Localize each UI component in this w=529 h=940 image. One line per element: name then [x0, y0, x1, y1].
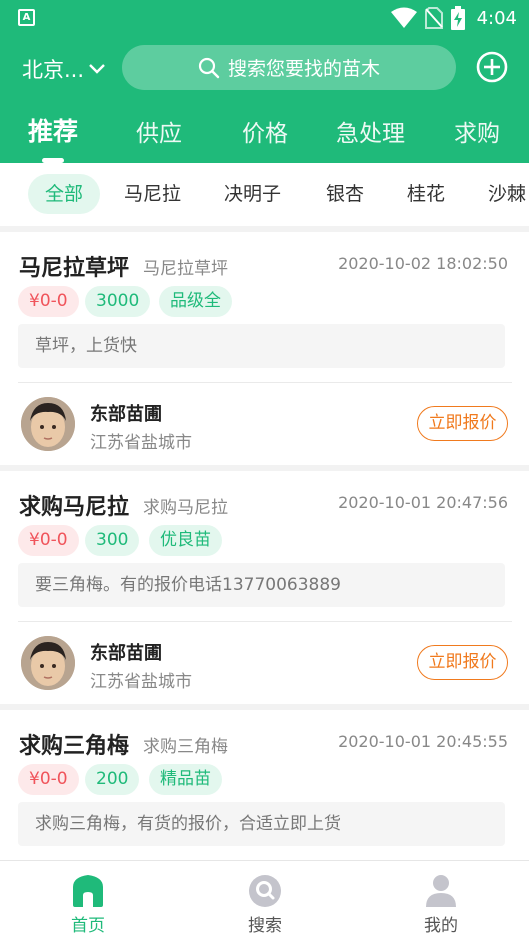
listing-subtitle: 求购三角梅	[143, 737, 228, 757]
listing-title: 马尼拉草坪	[19, 256, 130, 281]
chip-ginkgo[interactable]: 银杏	[326, 174, 364, 214]
nav-profile-label: 我的	[424, 916, 458, 936]
chip-all[interactable]: 全部	[28, 174, 101, 214]
city-label: 北京...	[22, 58, 85, 82]
listing-description: 求购三角梅，有货的报价，合适立即上货	[18, 802, 505, 846]
listing-card[interactable]: 求购马尼拉 求购马尼拉 2020-10-01 20:47:56 ¥0-0 300…	[0, 471, 529, 704]
battery-charging-icon	[450, 6, 465, 30]
seller-location: 江苏省盐城市	[90, 433, 192, 453]
city-selector[interactable]: 北京...	[22, 54, 106, 84]
quantity-tag: 300	[85, 525, 140, 556]
chip-cassia[interactable]: 决明子	[224, 174, 281, 214]
price-tag: ¥0-0	[18, 764, 79, 795]
no-sim-icon	[424, 7, 443, 29]
tab-recommend[interactable]: 推荐	[28, 112, 78, 148]
price-tag: ¥0-0	[18, 286, 79, 317]
listing-subtitle: 马尼拉草坪	[143, 259, 228, 279]
divider	[18, 621, 512, 622]
nav-search-label: 搜索	[248, 916, 282, 936]
status-bar: A 4:04	[0, 0, 529, 36]
listing-description: 草坪，上货快	[18, 324, 505, 368]
listing-date: 2020-10-02 18:02:50	[338, 254, 508, 273]
price-tag: ¥0-0	[18, 525, 79, 556]
app-notification-icon: A	[18, 9, 35, 26]
tab-price[interactable]: 价格	[242, 114, 288, 148]
seller-name: 东部苗圃	[90, 404, 162, 425]
search-placeholder: 搜索您要找的苗木	[227, 58, 380, 80]
search-input[interactable]: 搜索您要找的苗木	[122, 45, 456, 90]
listing-subtitle: 求购马尼拉	[143, 498, 228, 518]
header: A 4:04 北京... 搜索您要找的苗木 推荐 供应 价格 急处理 求购	[0, 0, 529, 163]
search-icon	[249, 875, 281, 907]
listing-title: 求购马尼拉	[19, 495, 130, 520]
tab-purchase[interactable]: 求购	[454, 114, 500, 148]
search-row: 北京... 搜索您要找的苗木	[0, 44, 529, 92]
quantity-tag: 3000	[85, 286, 151, 317]
grade-tag: 精品苗	[149, 764, 222, 795]
nav-home-label: 首页	[71, 916, 105, 936]
divider	[18, 382, 512, 383]
quote-button[interactable]: 立即报价	[417, 406, 508, 441]
quantity-tag: 200	[85, 764, 140, 795]
chip-osmanthus[interactable]: 桂花	[407, 174, 445, 214]
profile-icon	[426, 875, 456, 907]
tab-urgent[interactable]: 急处理	[336, 114, 405, 148]
avatar[interactable]	[21, 397, 75, 451]
listing-title: 求购三角梅	[19, 734, 130, 759]
chevron-down-icon	[89, 64, 105, 74]
plus-circle-icon[interactable]	[476, 51, 508, 83]
wifi-icon	[390, 7, 417, 28]
nav-profile[interactable]: 我的	[391, 873, 491, 936]
seller-location: 江苏省盐城市	[90, 672, 192, 692]
listing-description: 要三角梅。有的报价电话13770063889	[18, 563, 505, 607]
grade-tag: 优良苗	[149, 525, 222, 556]
nav-search[interactable]: 搜索	[215, 873, 315, 936]
tab-supply[interactable]: 供应	[136, 114, 182, 148]
status-icons: 4:04	[390, 6, 517, 30]
quote-button[interactable]: 立即报价	[417, 645, 508, 680]
status-time: 4:04	[476, 7, 517, 29]
avatar[interactable]	[21, 636, 75, 690]
chip-seabuckthorn[interactable]: 沙棘	[488, 174, 526, 214]
listing-card[interactable]: 求购三角梅 求购三角梅 2020-10-01 20:45:55 ¥0-0 200…	[0, 710, 529, 860]
listing-card[interactable]: 马尼拉草坪 马尼拉草坪 2020-10-02 18:02:50 ¥0-0 300…	[0, 232, 529, 465]
listing-date: 2020-10-01 20:45:55	[338, 732, 508, 751]
search-icon	[198, 57, 220, 78]
category-tabs: 推荐 供应 价格 急处理 求购	[0, 110, 529, 163]
seller-name: 东部苗圃	[90, 643, 162, 664]
listing-date: 2020-10-01 20:47:56	[338, 493, 508, 512]
filter-chips: 全部 马尼拉 决明子 银杏 桂花 沙棘	[0, 163, 529, 226]
chip-manila[interactable]: 马尼拉	[124, 174, 181, 214]
home-icon	[73, 875, 103, 907]
nav-home[interactable]: 首页	[38, 873, 138, 936]
grade-tag: 品级全	[159, 286, 232, 317]
bottom-nav: 首页 搜索 我的	[0, 860, 529, 940]
